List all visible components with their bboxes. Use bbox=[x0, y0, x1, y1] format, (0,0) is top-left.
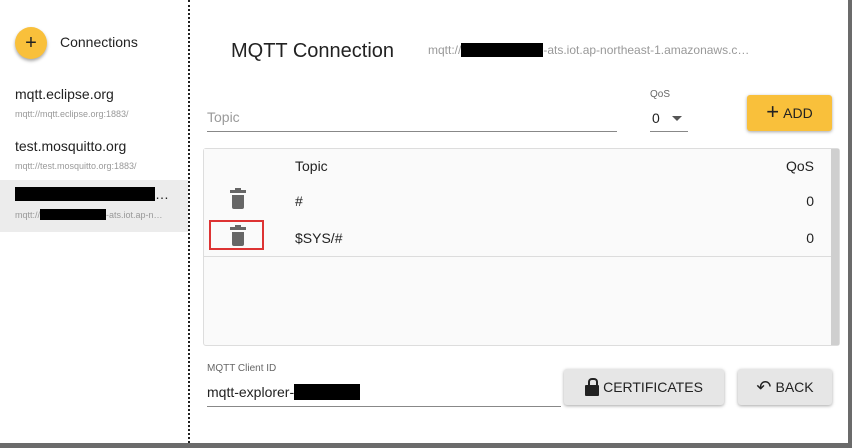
row-qos: 0 bbox=[806, 193, 814, 209]
connection-url-header: mqtt://-ats.iot.ap-northeast-1.amazonaws… bbox=[428, 43, 750, 57]
back-label: BACK bbox=[775, 379, 814, 395]
redacted-block bbox=[294, 384, 361, 400]
caret-down-icon bbox=[672, 116, 682, 121]
connections-title: Connections bbox=[60, 34, 138, 50]
add-connection-button[interactable]: + bbox=[15, 27, 47, 59]
header-topic: Topic bbox=[295, 158, 328, 174]
qos-label: QoS bbox=[650, 89, 671, 100]
table-row: # 0 bbox=[204, 182, 831, 220]
plus-icon: + bbox=[25, 32, 37, 54]
client-id-label: MQTT Client ID bbox=[207, 363, 277, 374]
certificates-button[interactable]: CERTIFICATES bbox=[564, 369, 724, 405]
topic-input[interactable] bbox=[207, 99, 617, 129]
row-topic: $SYS/# bbox=[295, 230, 343, 246]
delete-icon[interactable] bbox=[228, 188, 248, 212]
connection-url: mqtt://-ats.iot.ap-n… bbox=[15, 209, 163, 220]
page-title: MQTT Connection bbox=[231, 40, 395, 62]
qos-select[interactable]: 0 bbox=[650, 107, 688, 132]
table-row: $SYS/# 0 bbox=[204, 219, 831, 257]
redacted-block bbox=[15, 187, 155, 201]
add-subscription-button[interactable]: + ADD bbox=[747, 95, 832, 131]
qos-value: 0 bbox=[652, 110, 660, 126]
add-label: ADD bbox=[783, 105, 813, 121]
connection-panel: MQTT Connection mqtt://-ats.iot.ap-north… bbox=[190, 0, 848, 443]
redacted-block bbox=[40, 209, 107, 220]
row-qos: 0 bbox=[806, 230, 814, 246]
connection-item-mosquitto[interactable]: test.mosquitto.org mqtt://test.mosquitto… bbox=[0, 132, 188, 184]
topic-field bbox=[207, 99, 617, 132]
redacted-block bbox=[461, 43, 544, 57]
connection-url: mqtt://mqtt.eclipse.org:1883/ bbox=[15, 109, 129, 119]
plus-icon: + bbox=[766, 99, 780, 124]
connection-name: test.mosquitto.org bbox=[15, 138, 127, 154]
connection-name: mqtt.eclipse.org bbox=[15, 86, 114, 102]
connection-name: … bbox=[15, 186, 169, 202]
header-qos: QoS bbox=[785, 158, 814, 174]
connection-url: mqtt://test.mosquitto.org:1883/ bbox=[15, 161, 137, 171]
subscriptions-table: Topic QoS # 0 $SYS/# 0 bbox=[203, 148, 840, 346]
certificates-label: CERTIFICATES bbox=[603, 379, 703, 395]
back-button[interactable]: ↶ BACK bbox=[738, 369, 832, 405]
row-topic: # bbox=[295, 193, 303, 209]
undo-icon: ↶ bbox=[756, 376, 772, 397]
client-id-input[interactable]: mqtt-explorer- bbox=[207, 380, 561, 407]
client-id-value: mqtt-explorer- bbox=[207, 384, 295, 400]
lock-icon bbox=[585, 378, 600, 396]
connection-item-eclipse[interactable]: mqtt.eclipse.org mqtt://mqtt.eclipse.org… bbox=[0, 80, 188, 132]
delete-icon[interactable] bbox=[228, 225, 248, 249]
table-header: Topic QoS bbox=[204, 149, 831, 183]
connection-item-aws[interactable]: … mqtt://-ats.iot.ap-n… bbox=[0, 180, 188, 232]
scrollbar[interactable] bbox=[831, 149, 839, 345]
sidebar: + Connections mqtt.eclipse.org mqtt://mq… bbox=[0, 0, 190, 443]
